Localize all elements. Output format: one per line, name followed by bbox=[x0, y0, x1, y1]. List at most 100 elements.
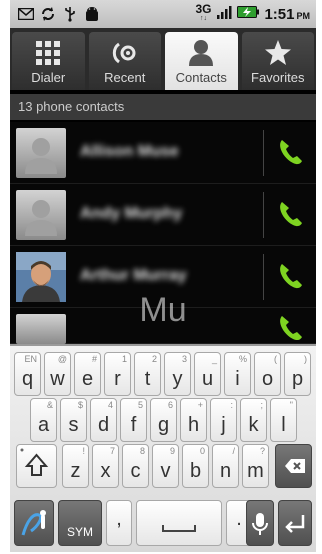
key-alt-label: # bbox=[91, 354, 97, 364]
key-g[interactable]: 6g bbox=[150, 398, 177, 442]
key-label: x bbox=[100, 460, 111, 482]
key-alt-label: 5 bbox=[137, 400, 143, 410]
shift-arrow-icon bbox=[20, 448, 49, 476]
key-label: k bbox=[248, 414, 259, 436]
key-z[interactable]: ! z bbox=[62, 444, 89, 488]
dialpad-icon bbox=[35, 38, 61, 68]
android-debug-icon bbox=[84, 6, 100, 22]
call-button[interactable] bbox=[275, 260, 307, 292]
tab-recent[interactable]: Recent bbox=[88, 32, 161, 90]
key-r[interactable]: 1r bbox=[104, 352, 131, 396]
key-u[interactable]: _ u bbox=[194, 352, 221, 396]
symbols-key[interactable]: SYM bbox=[58, 500, 102, 546]
key-alt-label: $ bbox=[77, 400, 83, 410]
row-divider bbox=[263, 192, 264, 238]
key-alt-label: ? bbox=[259, 446, 265, 456]
tab-contacts-label: Contacts bbox=[175, 70, 227, 85]
key-label: j bbox=[221, 414, 226, 436]
tab-dialer-label: Dialer bbox=[31, 70, 66, 85]
key-label: a bbox=[37, 414, 50, 436]
contact-photo bbox=[16, 252, 66, 302]
recent-calls-icon bbox=[111, 38, 139, 68]
key-label: n bbox=[219, 460, 232, 482]
tab-bar: Dialer Recent Contacts Favorites bbox=[10, 28, 316, 90]
key-h[interactable]: + h bbox=[180, 398, 207, 442]
key-alt-label: : bbox=[230, 400, 233, 410]
key-j[interactable]: :j bbox=[210, 398, 237, 442]
key-label: t bbox=[144, 368, 151, 390]
enter-key[interactable] bbox=[278, 500, 312, 546]
key-s[interactable]: $ s bbox=[60, 398, 87, 442]
key-p[interactable]: ) p bbox=[284, 352, 311, 396]
contacts-list[interactable]: Allison Muse Andy Murphy Arthur Murray bbox=[10, 122, 316, 344]
contact-row[interactable] bbox=[10, 308, 316, 344]
person-icon bbox=[188, 38, 214, 68]
key-label: o bbox=[261, 368, 274, 390]
swype-key[interactable] bbox=[14, 500, 54, 546]
key-alt-label: & bbox=[46, 400, 53, 410]
key-alt-label: 8 bbox=[139, 446, 145, 456]
phone-icon bbox=[280, 316, 302, 340]
call-button[interactable] bbox=[275, 312, 307, 340]
contact-row[interactable]: Andy Murphy bbox=[10, 184, 316, 246]
contact-row[interactable]: Arthur Murray bbox=[10, 246, 316, 308]
key-label: l bbox=[281, 414, 286, 436]
contact-row[interactable]: Allison Muse bbox=[10, 122, 316, 184]
symbols-key-label: SYM bbox=[66, 525, 93, 539]
row-divider bbox=[263, 254, 264, 300]
key-alt-label: 3 bbox=[181, 354, 187, 364]
key-i[interactable]: % i bbox=[224, 352, 251, 396]
tab-recent-label: Recent bbox=[104, 70, 146, 85]
key-v[interactable]: 9v bbox=[152, 444, 179, 488]
contact-name: Arthur Murray bbox=[80, 267, 187, 284]
key-q[interactable]: EN q bbox=[14, 352, 41, 396]
phone-icon bbox=[280, 202, 302, 227]
tab-dialer[interactable]: Dialer bbox=[12, 32, 85, 90]
voice-input-key[interactable] bbox=[246, 500, 274, 546]
key-l[interactable]: " l bbox=[270, 398, 297, 442]
key-f[interactable]: 5f bbox=[120, 398, 147, 442]
key-alt-label: _ bbox=[211, 354, 217, 364]
key-alt-label: EN bbox=[24, 354, 37, 364]
key-o[interactable]: (o bbox=[254, 352, 281, 396]
key-label: y bbox=[172, 368, 183, 390]
network-type: 3G ↑↓ bbox=[195, 2, 212, 22]
shift-key[interactable] bbox=[16, 444, 57, 488]
key-w[interactable]: @ w bbox=[44, 352, 71, 396]
call-button[interactable] bbox=[275, 136, 307, 168]
key-b[interactable]: 0b bbox=[182, 444, 209, 488]
key-label: u bbox=[201, 368, 214, 390]
swype-icon bbox=[21, 510, 46, 536]
key-d[interactable]: 4d bbox=[90, 398, 117, 442]
tab-contacts[interactable]: Contacts bbox=[165, 32, 238, 90]
backspace-icon bbox=[285, 459, 305, 473]
enter-icon bbox=[285, 515, 305, 533]
key-label: w bbox=[50, 368, 65, 390]
key-t[interactable]: 2t bbox=[134, 352, 161, 396]
phone-screen: 3G ↑↓ 1:51 PM Dialer Recent Contacts Fav… bbox=[10, 0, 316, 552]
signal-icon bbox=[216, 5, 232, 24]
key-alt-label: % bbox=[238, 354, 247, 364]
tab-favorites[interactable]: Favorites bbox=[241, 32, 314, 90]
key-m[interactable]: ? m bbox=[242, 444, 269, 488]
soft-keyboard: EN q @ w # e 1 r 2 t 3 y _ u% i(o) p & a $ s 4 d 5 f 6 g + h: j; k " l… bbox=[10, 344, 316, 552]
key-k[interactable]: ; k bbox=[240, 398, 267, 442]
key-label: b bbox=[189, 460, 202, 482]
contact-photo-placeholder bbox=[16, 128, 66, 178]
key-e[interactable]: # e bbox=[74, 352, 101, 396]
key-alt-label: + bbox=[197, 400, 203, 410]
phone-icon bbox=[280, 264, 302, 289]
key-n[interactable]: / n bbox=[212, 444, 239, 488]
contacts-count-header: 13 phone contacts bbox=[10, 94, 316, 120]
comma-key[interactable]: , bbox=[106, 500, 132, 546]
key-c[interactable]: 8c bbox=[122, 444, 149, 488]
key-x[interactable]: 7x bbox=[92, 444, 119, 488]
key-label: g bbox=[157, 414, 170, 436]
key-label: h bbox=[187, 414, 200, 436]
backspace-key[interactable] bbox=[275, 444, 312, 488]
key-y[interactable]: 3y bbox=[164, 352, 191, 396]
call-button[interactable] bbox=[275, 198, 307, 230]
comma-key-label: , bbox=[116, 508, 122, 530]
key-a[interactable]: & a bbox=[30, 398, 57, 442]
space-key[interactable] bbox=[136, 500, 222, 546]
